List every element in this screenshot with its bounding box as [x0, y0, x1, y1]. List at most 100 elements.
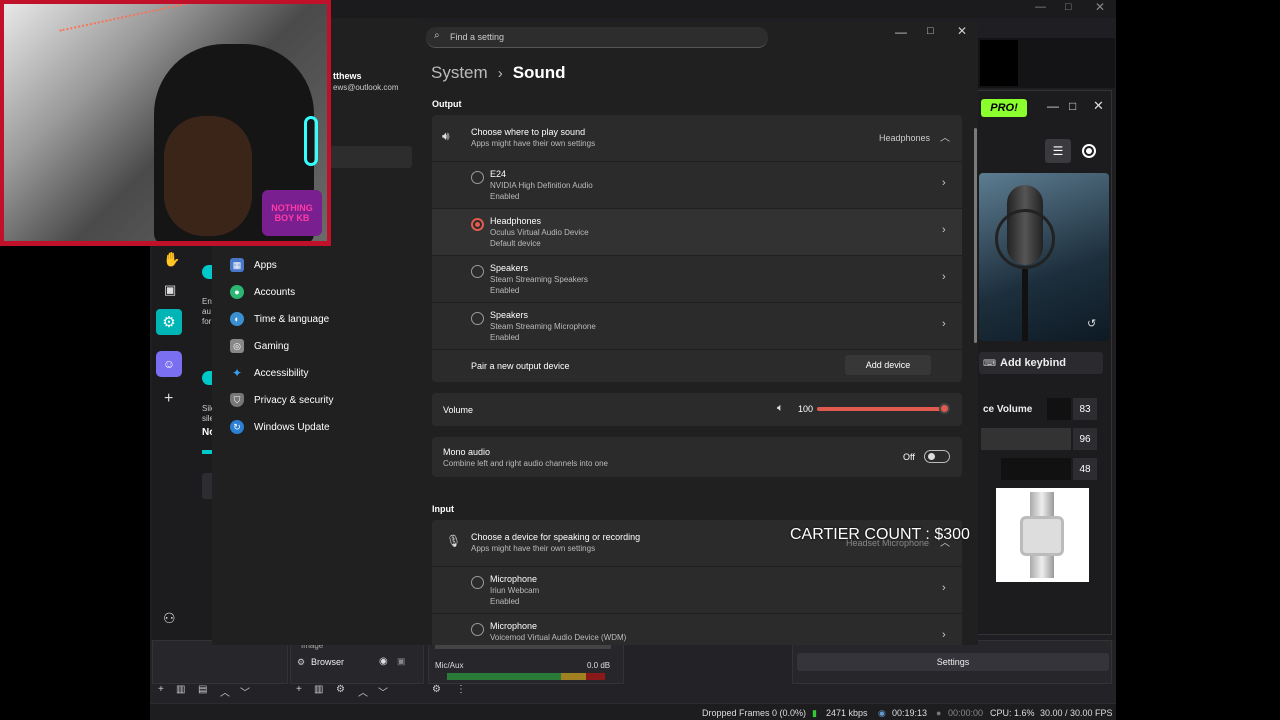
- minimize-icon[interactable]: —: [1035, 1, 1046, 13]
- nav-selected-item[interactable]: [330, 146, 412, 168]
- device-radio[interactable]: [471, 623, 484, 636]
- trash-icon[interactable]: ▥: [176, 684, 185, 695]
- search-box[interactable]: ⌕ Find a setting: [426, 27, 768, 48]
- param-value[interactable]: 48: [1073, 458, 1097, 480]
- volume-icon[interactable]: 🔈︎: [777, 402, 784, 415]
- device-status: Enabled: [490, 333, 520, 342]
- volume-bar[interactable]: [1047, 398, 1071, 420]
- watch-image: [996, 488, 1089, 582]
- search-input[interactable]: Find a setting: [450, 32, 504, 42]
- param-bar[interactable]: [1001, 458, 1071, 480]
- bitrate: 2471 kbps: [826, 708, 868, 718]
- output-chooser[interactable]: 🔊︎ Choose where to play sound Apps might…: [432, 115, 962, 161]
- mixer-db: 0.0 dB: [587, 661, 611, 670]
- add-icon[interactable]: +: [296, 684, 302, 695]
- breadcrumb-separator: ›: [497, 64, 503, 82]
- add-icon[interactable]: +: [164, 390, 173, 408]
- minimize-icon[interactable]: —: [895, 25, 907, 39]
- device-radio-selected[interactable]: [471, 218, 484, 231]
- device-row-speakers-2[interactable]: Speakers Steam Streaming Microphone Enab…: [432, 303, 962, 349]
- eye-icon[interactable]: ◉: [379, 656, 388, 667]
- mono-audio-title: Mono audio: [443, 447, 491, 457]
- add-icon[interactable]: +: [158, 684, 164, 695]
- scrollbar[interactable]: [974, 128, 977, 343]
- more-icon[interactable]: ⋮: [456, 684, 466, 695]
- gallery-icon[interactable]: ▣: [164, 282, 176, 298]
- settings-app-icon[interactable]: ⚙: [156, 309, 182, 335]
- minimize-icon[interactable]: —: [1047, 99, 1059, 113]
- mixer-track-name: Mic/Aux: [435, 661, 464, 670]
- chevron-right-icon[interactable]: ›: [942, 271, 946, 283]
- volume-slider-thumb[interactable]: [939, 403, 950, 414]
- nav-apps[interactable]: ▦ Apps: [230, 253, 277, 277]
- maximize-icon[interactable]: □: [927, 25, 934, 37]
- lock-icon[interactable]: ▣: [397, 656, 406, 667]
- output-chooser-title: Choose where to play sound: [471, 127, 586, 137]
- filter-icon[interactable]: ▤: [198, 684, 207, 695]
- add-device-button[interactable]: Add device: [845, 355, 931, 375]
- device-row-speakers[interactable]: Speakers Steam Streaming Speakers Enable…: [432, 256, 962, 302]
- device-radio[interactable]: [471, 265, 484, 278]
- add-keybind-button[interactable]: ⌨ Add keybind: [979, 352, 1103, 374]
- nav-time-language[interactable]: ◐ Time & language: [230, 307, 329, 331]
- param-bar[interactable]: [981, 428, 1071, 450]
- mixer-slider[interactable]: [435, 645, 611, 649]
- assistant-app-icon[interactable]: ☺: [156, 351, 182, 377]
- user-icon[interactable]: ⚇: [163, 610, 176, 627]
- nav-privacy-security[interactable]: ⛉ Privacy & security: [230, 388, 333, 412]
- volume-slider-fill: [817, 407, 945, 411]
- up-icon[interactable]: ︿: [220, 684, 230, 699]
- chevron-right-icon[interactable]: ›: [942, 224, 946, 236]
- mixer-gear-icon[interactable]: ⚙: [432, 684, 441, 695]
- volume-slider[interactable]: [817, 407, 945, 411]
- device-radio[interactable]: [471, 171, 484, 184]
- sliders-icon[interactable]: ☰: [1045, 139, 1071, 163]
- chevron-right-icon[interactable]: ›: [942, 629, 946, 641]
- down-icon[interactable]: ﹀: [240, 684, 250, 699]
- source-item[interactable]: Browser: [311, 657, 344, 667]
- reset-icon[interactable]: ↺: [1087, 317, 1096, 330]
- close-icon[interactable]: ✕: [1093, 98, 1104, 114]
- maximize-icon[interactable]: □: [1065, 1, 1072, 13]
- input-heading: Input: [432, 504, 454, 514]
- cpu-usage: CPU: 1.6%: [990, 708, 1035, 718]
- volume-value[interactable]: 83: [1073, 398, 1097, 420]
- input-device-row[interactable]: Microphone Voicemod Virtual Audio Device…: [432, 614, 962, 645]
- audio-mixer-panel: Mic/Aux 0.0 dB: [428, 640, 624, 684]
- output-selected-value: Headphones: [879, 133, 931, 143]
- chevron-right-icon[interactable]: ›: [942, 318, 946, 330]
- up-icon[interactable]: ︿: [358, 684, 368, 699]
- update-icon: ↻: [230, 420, 244, 434]
- nav-gaming[interactable]: ◎ Gaming: [230, 334, 289, 358]
- device-row-headphones[interactable]: Headphones Oculus Virtual Audio Device D…: [432, 209, 962, 255]
- mono-audio-toggle[interactable]: [924, 450, 950, 463]
- close-icon[interactable]: ✕: [957, 24, 967, 38]
- output-chooser-subtitle: Apps might have their own settings: [471, 139, 596, 148]
- cartier-count-overlay: CARTIER COUNT : $300: [790, 526, 970, 543]
- input-device-row[interactable]: Microphone Iriun Webcam Enabled ›: [432, 567, 962, 613]
- close-icon[interactable]: ✕: [1095, 0, 1105, 14]
- record-icon[interactable]: [1082, 144, 1096, 158]
- device-radio[interactable]: [471, 576, 484, 589]
- settings-button[interactable]: Settings: [797, 653, 1109, 671]
- device-name: Speakers: [490, 310, 529, 320]
- pro-badge[interactable]: PRO!: [981, 99, 1027, 117]
- breadcrumb-system[interactable]: System: [431, 63, 488, 83]
- channel-logo: NOTHING BOY KB: [262, 190, 322, 236]
- maximize-icon[interactable]: □: [1069, 99, 1076, 113]
- nav-accessibility[interactable]: ✦ Accessibility: [230, 361, 309, 385]
- dropped-frames: Dropped Frames 0 (0.0%): [702, 708, 807, 718]
- chevron-right-icon[interactable]: ›: [942, 582, 946, 594]
- nav-windows-update[interactable]: ↻ Windows Update: [230, 415, 330, 439]
- hand-icon[interactable]: ✋: [163, 251, 180, 268]
- nav-accounts[interactable]: ● Accounts: [230, 280, 295, 304]
- device-radio[interactable]: [471, 312, 484, 325]
- chevron-right-icon[interactable]: ›: [942, 177, 946, 189]
- settings-nav: ▦ Apps ● Accounts ◐ Time & language ◎ Gaming…: [212, 245, 422, 645]
- down-icon[interactable]: ﹀: [378, 684, 388, 699]
- gear-icon[interactable]: ⚙: [336, 684, 345, 695]
- param-value[interactable]: 96: [1073, 428, 1097, 450]
- chevron-up-icon[interactable]: ︿: [940, 129, 950, 144]
- device-row-e24[interactable]: E24 NVIDIA High Definition Audio Enabled…: [432, 162, 962, 208]
- trash-icon[interactable]: ▥: [314, 684, 323, 695]
